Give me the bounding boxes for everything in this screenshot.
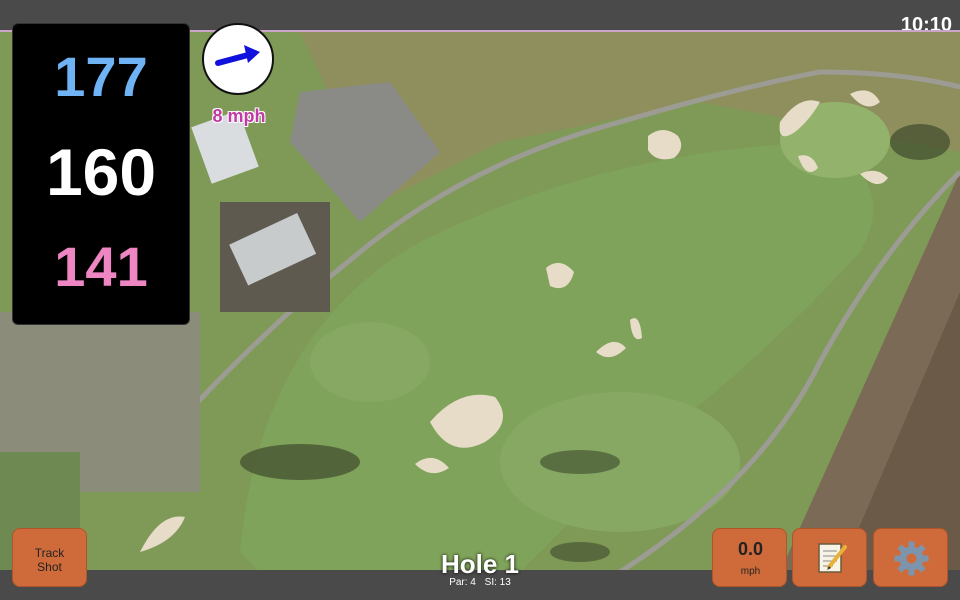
wind-speed-button[interactable]: 0.0 mph [712, 528, 787, 587]
distance-front: 141 [54, 235, 148, 298]
wind-speed-value: 0.0 [737, 539, 764, 559]
hole-stroke-index: SI: 13 [484, 577, 511, 588]
arrow-icon [215, 45, 260, 66]
settings-button[interactable] [873, 528, 948, 587]
notes-button[interactable] [792, 528, 867, 587]
distance-panel: 177 160 141 [12, 23, 190, 325]
track-shot-button[interactable]: Track Shot [12, 528, 87, 587]
wind-speed-unit: mph [740, 566, 761, 577]
wind-speed-label: 8 mph [212, 106, 266, 126]
hole-meta: Par: 4 SI: 13 [380, 577, 580, 588]
hole-title: Hole 1 [440, 549, 520, 579]
distance-back: 177 [54, 45, 148, 108]
distance-middle: 160 [45, 135, 157, 209]
wind-direction-dial [202, 23, 274, 95]
gear-icon [894, 541, 929, 576]
notepad-icon [818, 543, 847, 573]
hole-par: Par: 4 [449, 577, 476, 588]
track-shot-label: Track Shot [34, 546, 65, 574]
